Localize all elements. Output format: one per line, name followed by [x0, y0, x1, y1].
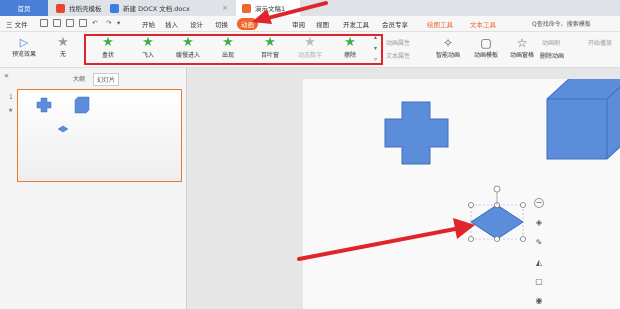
- smart-animation-label: 智能动画: [435, 52, 460, 59]
- tab-text-tools[interactable]: 文本工具: [470, 19, 496, 29]
- collapse-icon[interactable]: «: [4, 71, 9, 80]
- preview-effect-label: 预览效果: [11, 51, 36, 58]
- tab-developer[interactable]: 开发工具: [343, 19, 369, 29]
- start-play-button[interactable]: 开始播放: [588, 38, 612, 47]
- plus-shape: [384, 101, 449, 165]
- red-arrow-to-diamond: [297, 218, 475, 261]
- tab-docx-document[interactable]: 新建 DOCX 文档.docx ×: [104, 0, 234, 16]
- tab-home[interactable]: 首页: [0, 0, 48, 16]
- writer-icon: [110, 3, 119, 13]
- undo-icon[interactable]: ↶: [92, 19, 97, 27]
- animation-marker-icon: ★: [8, 107, 14, 114]
- slide-thumbnail[interactable]: [17, 89, 182, 182]
- template-icon: ▢: [480, 36, 492, 50]
- slide-shapes: [384, 75, 620, 242]
- redo-icon[interactable]: ↷: [106, 19, 111, 27]
- highlight-box: [84, 34, 383, 65]
- animation-pane-label: 动画窗格: [509, 52, 534, 59]
- docer-icon: [56, 3, 65, 13]
- export-icon[interactable]: [79, 19, 87, 27]
- tab-slides[interactable]: 幻灯片: [93, 73, 120, 86]
- slide-panel: « 大纲 幻灯片 1 ★: [0, 68, 187, 309]
- chevron-down-icon[interactable]: ▾: [117, 19, 120, 27]
- red-arrow-to-animation-tab: [252, 1, 328, 24]
- crop-icon[interactable]: ▢: [534, 277, 544, 287]
- cube-shape: [546, 75, 620, 160]
- slide-canvas[interactable]: [303, 75, 620, 309]
- thumbnail-shapes: [36, 96, 90, 133]
- animation-brush-button[interactable]: 动画刷: [542, 38, 560, 47]
- lightbulb-icon[interactable]: ◉: [534, 296, 544, 306]
- preview-effect-button[interactable]: ▷ 预览效果: [6, 36, 42, 58]
- delete-animation-button[interactable]: 删除动画: [540, 51, 564, 60]
- print-icon[interactable]: [66, 19, 74, 27]
- close-icon[interactable]: ×: [222, 4, 228, 12]
- tab-member[interactable]: 会员专享: [382, 19, 408, 29]
- animation-template-label: 动画模板: [473, 52, 498, 59]
- tab-template-store-label: 找稻壳模板: [69, 5, 102, 13]
- save-icon[interactable]: [40, 19, 48, 27]
- tab-insert[interactable]: 插入: [165, 19, 178, 29]
- sparkle-icon: ✧: [442, 36, 454, 50]
- print-preview-icon[interactable]: [53, 19, 61, 27]
- tab-home-label: 首页: [17, 5, 31, 13]
- tab-start[interactable]: 开始: [142, 19, 155, 29]
- animation-none-label: 无: [59, 51, 66, 58]
- layers-icon[interactable]: ◈: [534, 218, 544, 228]
- animation-pane-button[interactable]: ☆ 动画窗格: [506, 36, 538, 59]
- smart-animation-button[interactable]: ✧ 智能动画: [432, 36, 464, 59]
- tab-transition[interactable]: 切换: [215, 19, 228, 29]
- fill-bucket-icon[interactable]: ◭: [534, 258, 544, 268]
- collapse-toolbar-icon[interactable]: −: [534, 198, 544, 208]
- animation-properties-dropdown[interactable]: 动画属性: [386, 38, 410, 47]
- text-properties-dropdown[interactable]: 文本属性: [386, 51, 410, 60]
- file-menu[interactable]: 三 文件: [6, 19, 28, 29]
- preview-icon: ▷: [19, 36, 29, 49]
- tab-design[interactable]: 设计: [190, 19, 203, 29]
- star-icon: ★: [57, 35, 69, 50]
- search-command-box[interactable]: Q查找命令、搜索模板: [532, 19, 591, 28]
- tab-docx-document-label: 新建 DOCX 文档.docx: [123, 5, 190, 13]
- slide-number: 1: [9, 94, 13, 101]
- animation-template-button[interactable]: ▢ 动画模板: [470, 36, 502, 59]
- animation-none-button[interactable]: ★ 无: [48, 36, 78, 58]
- star-outline-icon: ☆: [516, 36, 528, 50]
- tab-outline[interactable]: 大纲: [70, 73, 88, 84]
- pen-icon[interactable]: ✎: [534, 238, 544, 248]
- tab-drawing-tools[interactable]: 绘图工具: [427, 19, 453, 29]
